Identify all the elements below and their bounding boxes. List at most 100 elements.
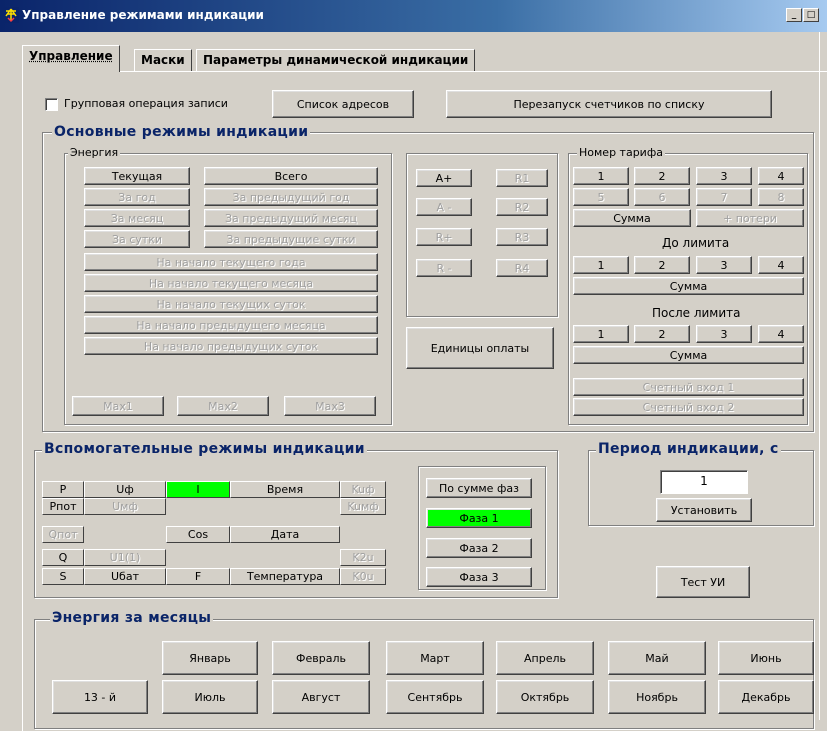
month-aug-button[interactable]: Август bbox=[272, 680, 370, 714]
aux-k0u-cell[interactable]: K0u bbox=[340, 568, 386, 585]
phase-2-button[interactable]: Фаза 2 bbox=[426, 538, 532, 558]
aux-date-cell[interactable]: Дата bbox=[230, 526, 340, 543]
main-modes-title: Основные режимы индикации bbox=[52, 124, 310, 140]
aux-k2u-cell[interactable]: K2u bbox=[340, 549, 386, 566]
after-limit-sum-button[interactable]: Сумма bbox=[573, 346, 804, 364]
aux-ppot-cell[interactable]: Pпот bbox=[42, 498, 84, 515]
period-input[interactable]: 1 bbox=[660, 470, 748, 494]
tariff-2-button[interactable]: 2 bbox=[634, 167, 690, 185]
tariff-losses-button[interactable]: + потери bbox=[696, 209, 804, 227]
month-feb-button[interactable]: Февраль bbox=[272, 641, 370, 675]
after-limit-2-button[interactable]: 2 bbox=[634, 325, 690, 343]
month-may-button[interactable]: Май bbox=[608, 641, 706, 675]
tab-control[interactable]: Управление bbox=[22, 45, 120, 72]
tariff-5-button[interactable]: 5 bbox=[573, 188, 629, 206]
r-minus-button[interactable]: R - bbox=[416, 259, 472, 277]
tariff-8-button[interactable]: 8 bbox=[758, 188, 804, 206]
tariff-6-button[interactable]: 6 bbox=[634, 188, 690, 206]
max3-button[interactable]: Max3 bbox=[284, 396, 376, 416]
r2-button[interactable]: R2 bbox=[496, 198, 548, 216]
address-list-button[interactable]: Список адресов bbox=[272, 90, 414, 118]
before-limit-2-button[interactable]: 2 bbox=[634, 256, 690, 274]
aux-p-cell[interactable]: P bbox=[42, 481, 84, 498]
aux-qpot-cell[interactable]: Qпот bbox=[42, 526, 84, 543]
aux-f-cell[interactable]: F bbox=[166, 568, 230, 585]
month-apr-button[interactable]: Апрель bbox=[496, 641, 594, 675]
tariff-4-button[interactable]: 4 bbox=[758, 167, 804, 185]
r4-button[interactable]: R4 bbox=[496, 259, 548, 277]
before-limit-sum-button[interactable]: Сумма bbox=[573, 277, 804, 295]
month-nov-button[interactable]: Ноябрь bbox=[608, 680, 706, 714]
a-plus-button[interactable]: A+ bbox=[416, 169, 472, 187]
phase-3-button[interactable]: Фаза 3 bbox=[426, 567, 532, 587]
after-limit-3-button[interactable]: 3 bbox=[696, 325, 752, 343]
maximize-button[interactable]: □ bbox=[803, 8, 819, 22]
minimize-button[interactable]: _ bbox=[786, 8, 802, 22]
tab-masks-label: Маски bbox=[141, 53, 185, 67]
count-input-2-button[interactable]: Счетный вход 2 bbox=[573, 398, 804, 416]
tab-dynamic-params[interactable]: Параметры динамической индикации bbox=[196, 49, 475, 71]
energy-prev-days-button[interactable]: За предыдущие сутки bbox=[204, 230, 378, 248]
title-bar[interactable]: Управление режимами индикации _ □ bbox=[0, 0, 827, 32]
r3-button[interactable]: R3 bbox=[496, 228, 548, 246]
month-dec-button[interactable]: Декабрь bbox=[718, 680, 814, 714]
group-write-checkbox[interactable] bbox=[45, 98, 58, 111]
max1-button[interactable]: Max1 bbox=[72, 396, 164, 416]
energy-total-button[interactable]: Всего bbox=[204, 167, 378, 185]
aux-cos-cell[interactable]: Cos bbox=[166, 526, 230, 543]
start-cur-day-button[interactable]: На начало текущих суток bbox=[84, 295, 378, 313]
before-limit-3-button[interactable]: 3 bbox=[696, 256, 752, 274]
month-jun-button[interactable]: Июнь bbox=[718, 641, 814, 675]
aux-i-cell[interactable]: I bbox=[166, 481, 230, 498]
restart-counters-button[interactable]: Перезапуск счетчиков по списку bbox=[446, 90, 772, 118]
group-write-label: Групповая операция записи bbox=[64, 97, 228, 110]
tab-masks[interactable]: Маски bbox=[134, 49, 192, 71]
month-13-button[interactable]: 13 - й bbox=[52, 680, 148, 714]
month-jul-button[interactable]: Июль bbox=[162, 680, 258, 714]
before-limit-1-button[interactable]: 1 bbox=[573, 256, 629, 274]
start-cur-year-button[interactable]: На начало текущего года bbox=[84, 253, 378, 271]
r-plus-button[interactable]: R+ bbox=[416, 228, 472, 246]
tariff-7-button[interactable]: 7 bbox=[696, 188, 752, 206]
energy-month-button[interactable]: За месяц bbox=[84, 209, 190, 227]
a-minus-button[interactable]: A - bbox=[416, 198, 472, 216]
r1-button[interactable]: R1 bbox=[496, 169, 548, 187]
tariff-sum-button[interactable]: Сумма bbox=[573, 209, 691, 227]
energy-prev-month-button[interactable]: За предыдущий месяц bbox=[204, 209, 378, 227]
month-oct-button[interactable]: Октябрь bbox=[496, 680, 594, 714]
aux-uph-cell[interactable]: Uф bbox=[84, 481, 166, 498]
before-limit-4-button[interactable]: 4 bbox=[758, 256, 804, 274]
month-mar-button[interactable]: Март bbox=[386, 641, 484, 675]
aux-umph-cell[interactable]: Uмф bbox=[84, 498, 166, 515]
start-prev-month-button[interactable]: На начало предыдущего месяца bbox=[84, 316, 378, 334]
aux-kuph-cell[interactable]: Kuф bbox=[340, 481, 386, 498]
ui-test-button[interactable]: Тест УИ bbox=[656, 566, 750, 598]
phase-1-button[interactable]: Фаза 1 bbox=[426, 508, 532, 528]
energy-prev-year-button[interactable]: За предыдущий год bbox=[204, 188, 378, 206]
month-jan-button[interactable]: Январь bbox=[162, 641, 258, 675]
count-input-1-button[interactable]: Счетный вход 1 bbox=[573, 378, 804, 396]
energy-year-button[interactable]: За год bbox=[84, 188, 190, 206]
energy-day-button[interactable]: За сутки bbox=[84, 230, 190, 248]
aux-ubat-cell[interactable]: Uбат bbox=[84, 568, 166, 585]
period-set-button[interactable]: Установить bbox=[656, 498, 752, 522]
aux-temperature-cell[interactable]: Температура bbox=[230, 568, 340, 585]
month-sep-button[interactable]: Сентябрь bbox=[386, 680, 484, 714]
aux-s-cell[interactable]: S bbox=[42, 568, 84, 585]
start-prev-day-button[interactable]: На начало предыдущих суток bbox=[84, 337, 378, 355]
energy-group-title: Энергия bbox=[68, 146, 120, 159]
aux-kumph-cell[interactable]: Kuмф bbox=[340, 498, 386, 515]
aux-q-cell[interactable]: Q bbox=[42, 549, 84, 566]
after-limit-4-button[interactable]: 4 bbox=[758, 325, 804, 343]
energy-current-button[interactable]: Текущая bbox=[84, 167, 190, 185]
tariff-1-button[interactable]: 1 bbox=[573, 167, 629, 185]
aux-u11-cell[interactable]: U1(1) bbox=[84, 549, 166, 566]
phase-sum-button[interactable]: По сумме фаз bbox=[426, 478, 532, 498]
tab-control-label: Управление bbox=[29, 49, 113, 63]
max2-button[interactable]: Max2 bbox=[177, 396, 269, 416]
after-limit-1-button[interactable]: 1 bbox=[573, 325, 629, 343]
tariff-3-button[interactable]: 3 bbox=[696, 167, 752, 185]
start-cur-month-button[interactable]: На начало текущего месяца bbox=[84, 274, 378, 292]
aux-time-cell[interactable]: Время bbox=[230, 481, 340, 498]
payment-units-button[interactable]: Единицы оплаты bbox=[406, 327, 554, 369]
